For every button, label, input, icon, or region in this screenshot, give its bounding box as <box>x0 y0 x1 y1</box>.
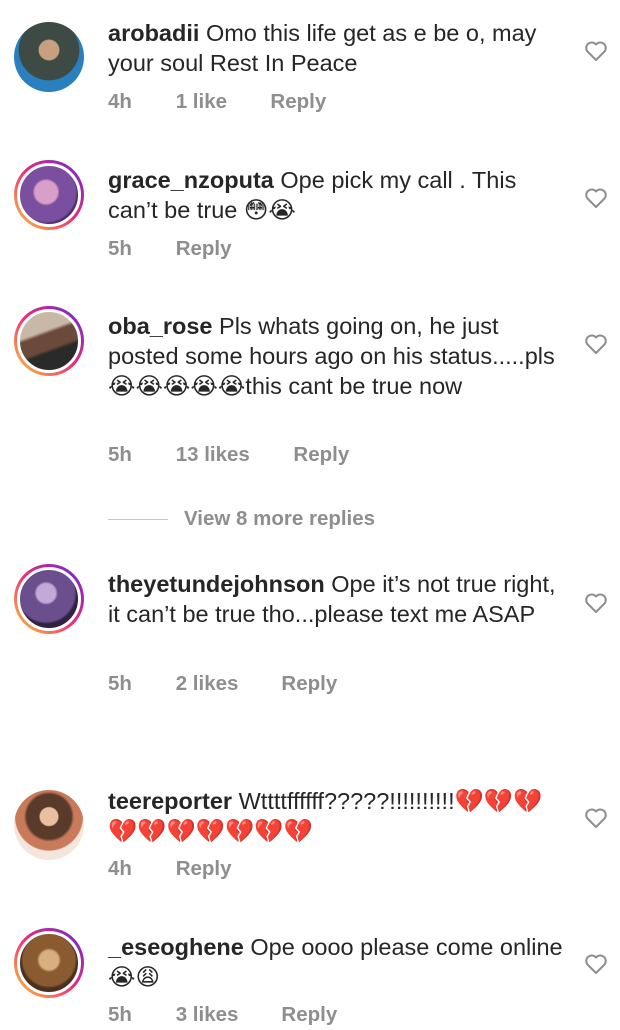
comment-meta: 5h Reply <box>108 237 232 261</box>
reply-button[interactable]: Reply <box>293 443 349 467</box>
heart-icon[interactable] <box>584 953 608 975</box>
heart-icon[interactable] <box>584 592 608 614</box>
avatar[interactable] <box>14 928 84 998</box>
like-count[interactable]: 3 likes <box>176 1003 276 1027</box>
timestamp: 4h <box>108 857 132 880</box>
username[interactable]: teereporter <box>108 788 232 814</box>
like-count[interactable]: 2 likes <box>176 672 276 696</box>
reply-button[interactable]: Reply <box>176 237 232 261</box>
timestamp: 5h <box>108 1003 132 1026</box>
like-count[interactable]: 13 likes <box>176 443 288 467</box>
avatar[interactable] <box>14 160 84 230</box>
comment-meta: 5h 13 likes Reply <box>108 443 349 467</box>
timestamp: 5h <box>108 443 132 466</box>
comment-meta: 5h 2 likes Reply <box>108 672 337 696</box>
view-more-label[interactable]: View 8 more replies <box>184 507 375 531</box>
comment-meta: 4h Reply <box>108 857 232 881</box>
reply-button[interactable]: Reply <box>281 672 337 696</box>
heart-icon[interactable] <box>584 333 608 355</box>
avatar[interactable] <box>14 22 84 92</box>
reply-button[interactable]: Reply <box>281 1003 337 1027</box>
username[interactable]: arobadii <box>108 20 199 46</box>
heart-icon[interactable] <box>584 187 608 209</box>
avatar[interactable] <box>14 790 84 860</box>
timestamp: 4h <box>108 90 132 113</box>
divider <box>108 518 168 520</box>
comment-meta: 5h 3 likes Reply <box>108 1003 337 1027</box>
username[interactable]: _eseoghene <box>108 934 244 960</box>
heart-icon[interactable] <box>584 807 608 829</box>
avatar[interactable] <box>14 306 84 376</box>
username[interactable]: oba_rose <box>108 313 213 339</box>
timestamp: 5h <box>108 672 132 695</box>
username[interactable]: theyetundejohnson <box>108 571 325 597</box>
view-more-replies[interactable]: View 8 more replies <box>108 506 375 532</box>
like-count[interactable]: 1 like <box>176 90 265 114</box>
comment-meta: 4h 1 like Reply <box>108 90 326 114</box>
timestamp: 5h <box>108 237 132 260</box>
reply-button[interactable]: Reply <box>270 90 326 114</box>
username[interactable]: grace_nzoputa <box>108 167 274 193</box>
heart-icon[interactable] <box>584 40 608 62</box>
reply-button[interactable]: Reply <box>176 857 232 881</box>
avatar[interactable] <box>14 564 84 634</box>
